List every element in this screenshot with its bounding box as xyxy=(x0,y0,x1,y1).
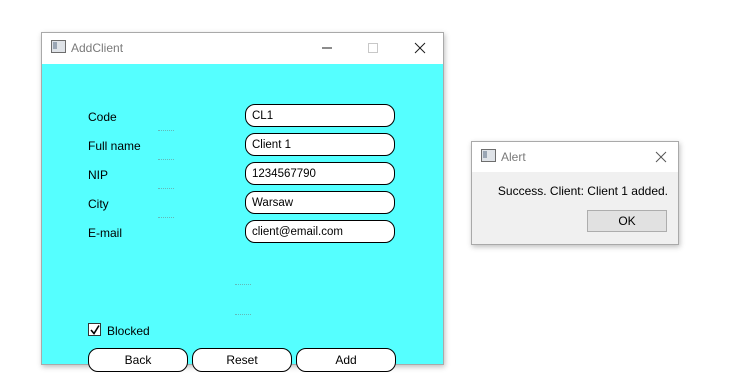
window-icon xyxy=(481,149,496,162)
spacer-guide xyxy=(235,314,251,315)
spacer-guide xyxy=(158,130,174,131)
alert-title: Alert xyxy=(501,150,526,164)
spacer-guide xyxy=(235,284,251,285)
window-title: AddClient xyxy=(71,41,124,55)
nip-field[interactable] xyxy=(245,162,395,185)
email-field[interactable] xyxy=(245,220,395,243)
addclient-window: AddClient Code Full name NIP City E-mail xyxy=(41,32,444,372)
reset-button[interactable]: Reset xyxy=(192,348,292,372)
form-panel: Code Full name NIP City E-mail Blocked B… xyxy=(42,64,443,372)
alert-message: Success. Client: Client 1 added. xyxy=(497,184,668,198)
blocked-label: Blocked xyxy=(107,324,150,338)
code-field[interactable] xyxy=(245,104,395,127)
add-button[interactable]: Add xyxy=(296,348,396,372)
alert-dialog: Alert Success. Client: Client 1 added. O… xyxy=(471,141,679,245)
title-bar[interactable]: AddClient xyxy=(42,33,443,63)
city-field[interactable] xyxy=(245,191,395,214)
checkmark-icon xyxy=(90,325,100,335)
nip-label: NIP xyxy=(88,168,109,182)
close-icon xyxy=(414,42,426,54)
alert-title-bar[interactable]: Alert xyxy=(472,142,678,172)
email-label: E-mail xyxy=(88,226,123,240)
spacer-guide xyxy=(158,217,174,218)
maximize-icon xyxy=(368,43,378,53)
maximize-button[interactable] xyxy=(350,33,396,63)
close-button[interactable] xyxy=(397,33,443,63)
back-button[interactable]: Back xyxy=(88,348,188,372)
ok-button[interactable]: OK xyxy=(587,210,667,232)
blocked-checkbox[interactable] xyxy=(88,323,101,336)
close-icon[interactable] xyxy=(655,151,667,163)
spacer-guide xyxy=(158,188,174,189)
full-name-label: Full name xyxy=(88,139,141,153)
code-label: Code xyxy=(88,110,117,124)
window-icon xyxy=(51,40,66,53)
spacer-guide xyxy=(158,159,174,160)
minimize-button[interactable] xyxy=(304,33,350,63)
minimize-icon xyxy=(322,47,332,49)
full-name-field[interactable] xyxy=(245,133,395,156)
city-label: City xyxy=(88,197,109,211)
